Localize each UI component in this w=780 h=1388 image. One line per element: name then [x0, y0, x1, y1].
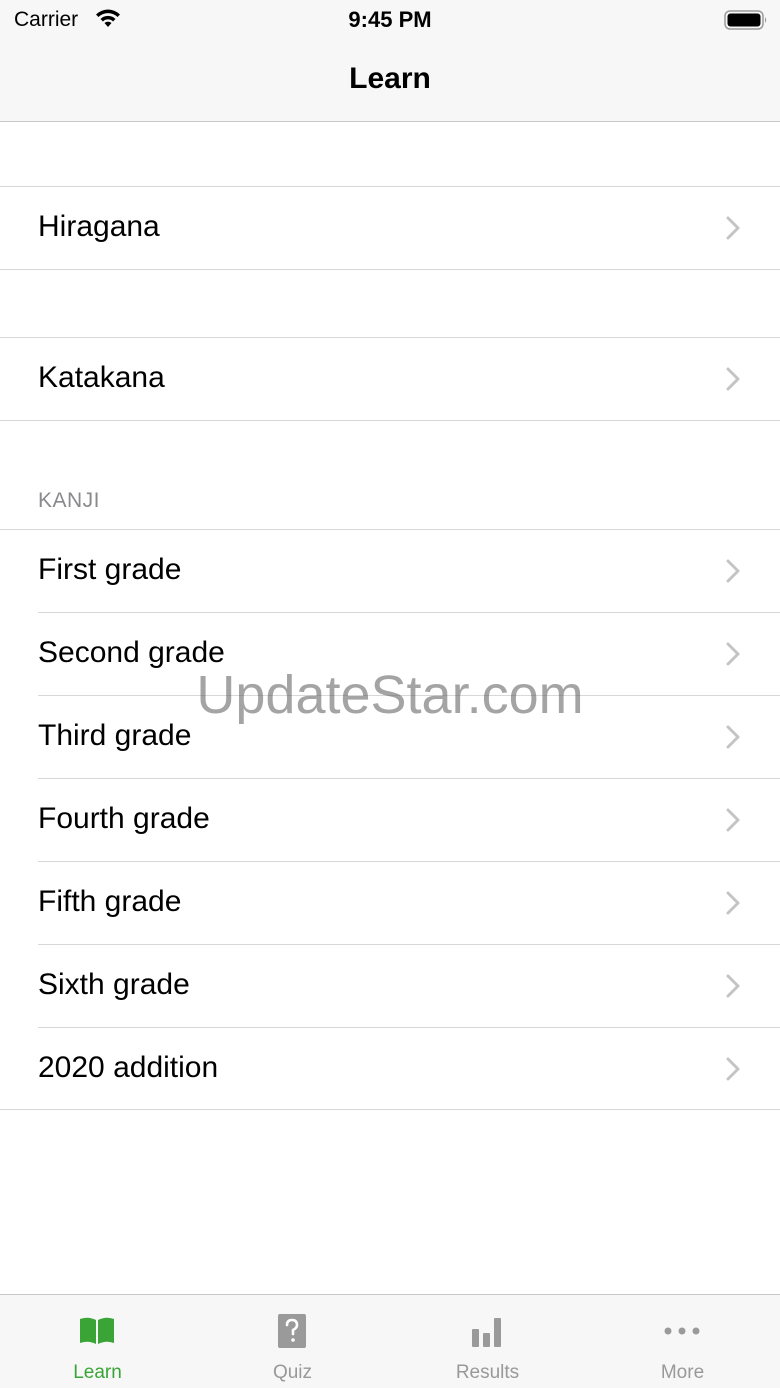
tab-label: Learn: [73, 1362, 122, 1383]
chevron-right-icon: [726, 367, 740, 391]
tab-learn[interactable]: Learn: [0, 1295, 195, 1388]
tab-results[interactable]: Results: [390, 1295, 585, 1388]
tab-label: More: [660, 1362, 705, 1383]
chevron-right-icon: [726, 725, 740, 749]
row-label: Fourth grade: [38, 802, 210, 835]
navigation-bar: Learn: [0, 42, 780, 122]
row-first-grade[interactable]: First grade: [0, 530, 780, 612]
chevron-right-icon: [726, 891, 740, 915]
tab-quiz[interactable]: Quiz: [195, 1295, 390, 1388]
row-label: Sixth grade: [38, 968, 190, 1001]
clock: 9:45 PM: [348, 7, 432, 32]
more-dots-icon: [664, 1327, 700, 1335]
chevron-right-icon: [726, 808, 740, 832]
divider: [0, 1109, 780, 1110]
row-sixth-grade[interactable]: Sixth grade: [0, 945, 780, 1027]
chevron-right-icon: [726, 559, 740, 583]
chevron-right-icon: [726, 642, 740, 666]
question-icon: [278, 1314, 306, 1348]
chevron-right-icon: [726, 1057, 740, 1081]
row-label: Fifth grade: [38, 885, 182, 918]
row-second-grade[interactable]: Second grade: [0, 613, 780, 695]
divider: [0, 269, 780, 270]
row-fifth-grade[interactable]: Fifth grade: [0, 862, 780, 944]
book-icon: [80, 1317, 114, 1344]
row-label: Katakana: [38, 361, 165, 394]
status-bar: Carrier 9:45 PM: [0, 0, 780, 42]
row-katakana[interactable]: Katakana: [0, 338, 780, 420]
bar-chart-icon: [472, 1318, 501, 1347]
row-label: Third grade: [38, 719, 192, 752]
tab-label: Quiz: [272, 1362, 313, 1383]
row-hiragana[interactable]: Hiragana: [0, 187, 780, 269]
tab-more[interactable]: More: [585, 1295, 780, 1388]
row-third-grade[interactable]: Third grade: [0, 696, 780, 778]
divider: [0, 420, 780, 421]
row-label: First grade: [38, 553, 182, 586]
row-2020-addition[interactable]: 2020 addition: [0, 1028, 780, 1110]
section-header-kanji: KANJI: [38, 489, 101, 512]
row-label: 2020 addition: [38, 1051, 219, 1084]
row-fourth-grade[interactable]: Fourth grade: [0, 779, 780, 861]
row-label: Hiragana: [38, 210, 160, 243]
tab-bar: Learn Quiz Results More: [0, 1294, 780, 1388]
tab-label: Results: [455, 1362, 520, 1383]
page-title: Learn: [349, 62, 431, 95]
row-label: Second grade: [38, 636, 225, 669]
chevron-right-icon: [726, 216, 740, 240]
battery-icon: [724, 10, 767, 30]
chevron-right-icon: [726, 974, 740, 998]
